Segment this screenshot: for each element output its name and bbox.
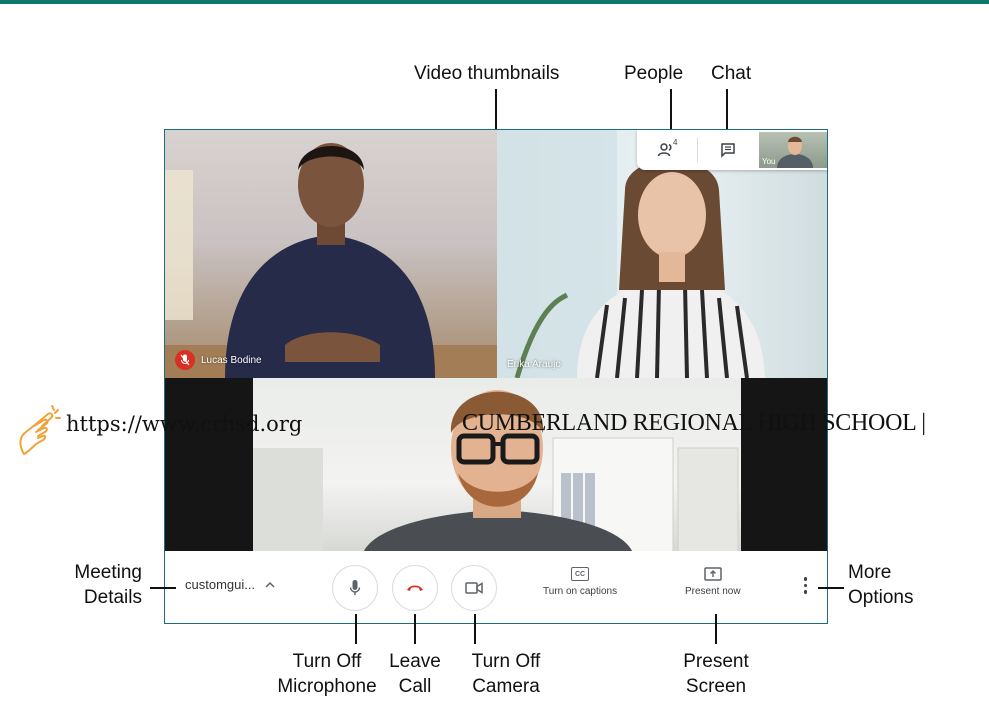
captions-label: Turn on captions (543, 586, 618, 597)
camera-icon (465, 582, 483, 594)
watermark-url: https://www.crhsd.org (66, 412, 303, 436)
present-now-button[interactable]: Present now (685, 567, 741, 597)
top-right-panel: 4 You (637, 130, 827, 170)
meeting-window: Lucas Bodine Erika Araujo 4 You customgu… (164, 129, 828, 624)
watermark-school-name: CUMBERLAND REGIONAL HIGH SCHOOL | (462, 410, 926, 436)
pointer-line-present (715, 614, 717, 644)
present-label: Present now (685, 586, 741, 597)
captions-icon: CC (571, 567, 590, 581)
participant-1-illustration (165, 143, 497, 378)
self-view-thumbnail[interactable]: You (759, 132, 827, 168)
annotation-turn-off-microphone: Turn Off Microphone (277, 651, 377, 697)
annotation-chat: Chat (711, 63, 752, 84)
video-tile-participant-1[interactable]: Lucas Bodine (165, 130, 497, 378)
participant-3-illustration (253, 390, 739, 553)
meeting-details-button[interactable]: customgui... (185, 577, 275, 592)
video-tile-participant-3[interactable] (165, 378, 827, 553)
more-vert-icon[interactable] (803, 577, 807, 594)
chat-icon (721, 143, 735, 158)
pointer-line-leave (414, 614, 416, 644)
top-accent-bar (0, 0, 989, 4)
hand-pointer-icon (19, 405, 61, 455)
pointer-line-meeting (150, 587, 176, 589)
video-tile-participant-2[interactable]: Erika Araujo 4 You (497, 130, 827, 378)
annotation-video-thumbnails: Video thumbnails (414, 63, 560, 84)
participant-2-label: Erika Araujo (507, 359, 561, 370)
participant-1-label: Lucas Bodine (175, 350, 262, 370)
pointer-line-camera (474, 614, 476, 644)
mic-off-icon (175, 350, 195, 370)
call-controls-bar: customgui... CC Turn on captions Present… (165, 551, 827, 623)
chevron-up-icon (265, 581, 275, 588)
people-count: 4 (673, 138, 678, 147)
end-call-icon (407, 585, 423, 591)
pointer-line-more (818, 587, 844, 589)
annotation-meeting-details: Meeting Details (74, 562, 142, 608)
people-button[interactable]: 4 (637, 130, 697, 170)
microphone-icon (349, 580, 361, 595)
microphone-button[interactable] (332, 565, 378, 611)
annotation-turn-off-camera: Turn Off Camera (471, 651, 541, 697)
participant-2-name: Erika Araujo (507, 359, 561, 370)
annotation-people: People (624, 63, 684, 84)
participant-3-background (253, 378, 741, 553)
camera-button[interactable] (451, 565, 497, 611)
leave-call-button[interactable] (392, 565, 438, 611)
chat-button[interactable] (698, 130, 758, 170)
self-view-label: You (762, 157, 776, 166)
captions-button[interactable]: CC Turn on captions (543, 567, 617, 597)
annotation-leave-call: Leave Call (389, 651, 441, 697)
present-icon (704, 567, 722, 581)
participant-1-name: Lucas Bodine (201, 354, 262, 366)
meeting-code: customgui... (185, 577, 256, 592)
annotation-present-screen: Present Screen (683, 651, 749, 697)
annotation-more-options: More Options (848, 562, 914, 608)
pointer-line-microphone (355, 614, 357, 644)
